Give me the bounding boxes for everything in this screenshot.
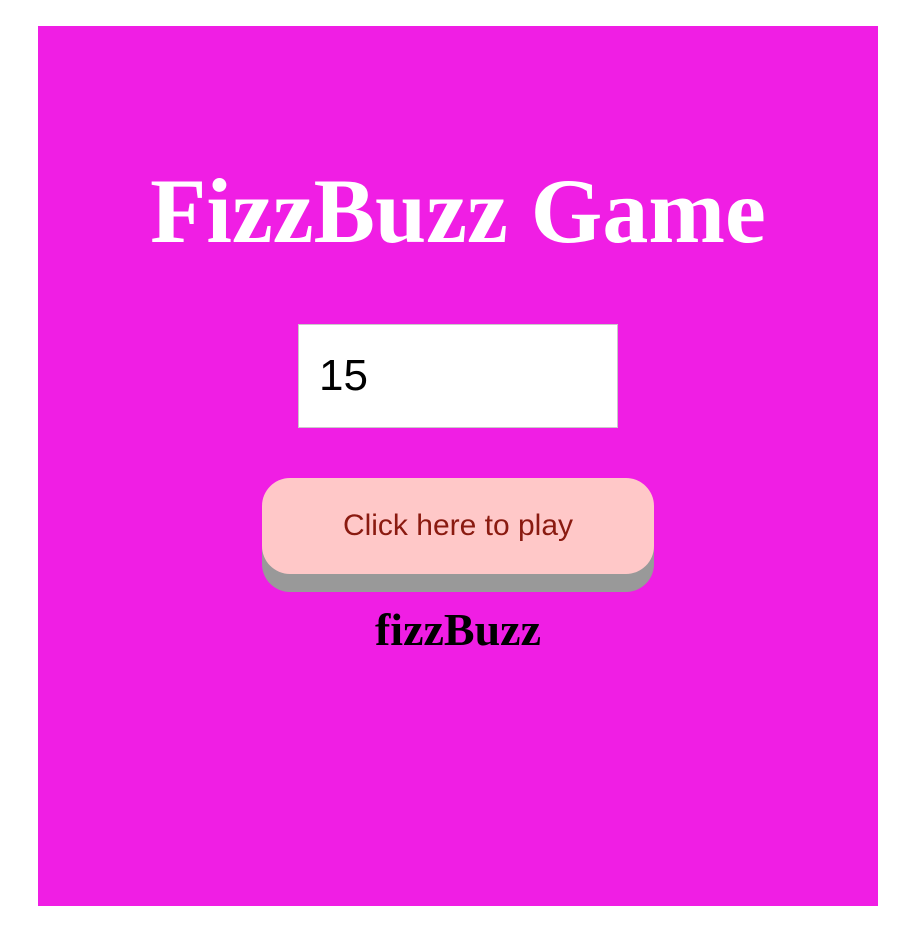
number-input[interactable]	[298, 324, 618, 428]
page-title: FizzBuzz Game	[150, 160, 766, 262]
game-panel: FizzBuzz Game Click here to play fizzBuz…	[38, 26, 878, 906]
result-text: fizzBuzz	[374, 604, 542, 655]
play-button[interactable]: Click here to play	[262, 478, 654, 574]
